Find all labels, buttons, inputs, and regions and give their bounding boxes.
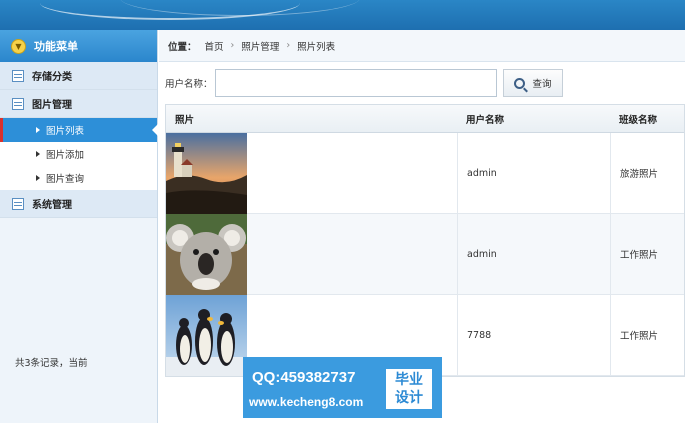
triangle-right-icon: [36, 175, 40, 181]
column-header-username: 用户名称: [466, 114, 505, 126]
sidebar-header-label: 功能菜单: [34, 40, 78, 53]
sidebar-item-label: 图片列表: [46, 126, 85, 137]
breadcrumb-current: 照片列表: [297, 41, 336, 53]
search-icon: [513, 77, 525, 89]
class-cell: 工作照片: [610, 214, 684, 294]
search-button-label: 查询: [532, 79, 552, 90]
watermark-site: www.kecheng8.com: [249, 395, 364, 409]
koala-photo[interactable]: [166, 213, 247, 295]
search-button[interactable]: 查询: [502, 69, 563, 97]
menu-toggle-icon[interactable]: ▼: [11, 38, 26, 54]
table-header: 照片 用户名称 班级名称: [166, 105, 684, 133]
triangle-right-icon: [36, 127, 40, 133]
top-banner: [0, 0, 685, 30]
column-header-photo: 照片: [175, 114, 195, 126]
class-cell: 工作照片: [610, 295, 684, 375]
sidebar-group-label: 系统管理: [32, 200, 72, 211]
username-search-input[interactable]: [214, 69, 497, 97]
sidebar-group-label: 图片管理: [32, 100, 72, 111]
watermark-tag-line1: 毕业: [395, 372, 423, 388]
username-cell: admin: [457, 133, 610, 213]
photo-cell: [166, 213, 457, 295]
watermark-qq: QQ:459382737: [252, 369, 356, 386]
watermark-tag: 毕业 设计: [386, 369, 432, 409]
sidebar-group-system[interactable]: 系统管理: [0, 190, 157, 218]
breadcrumb-label: 位置：: [168, 41, 197, 53]
sidebar-item-label: 图片查询: [46, 174, 85, 185]
username-cell: admin: [457, 214, 610, 294]
sidebar-item-image-query[interactable]: 图片查询: [0, 166, 157, 190]
pagination-info: 共3条记录，当前: [15, 358, 88, 369]
column-header-class: 班级名称: [619, 114, 658, 126]
sidebar-item-image-add[interactable]: 图片添加: [0, 142, 157, 166]
triangle-right-icon: [36, 151, 40, 157]
class-cell: 旅游照片: [610, 133, 684, 213]
photo-table: 照片 用户名称 班级名称 admin 旅游照片 admin 工作照片 7788 …: [165, 104, 685, 377]
chevron-right-icon: ›: [286, 40, 291, 51]
calendar-icon: [12, 197, 24, 210]
lighthouse-photo[interactable]: [166, 132, 247, 214]
photo-cell: [166, 132, 457, 214]
sidebar-group-storage[interactable]: 存储分类: [0, 62, 157, 90]
sidebar-item-image-list[interactable]: 图片列表: [0, 118, 158, 142]
breadcrumb-section[interactable]: 照片管理: [241, 39, 279, 53]
watermark-tag-line2: 设计: [395, 390, 423, 406]
penguins-photo[interactable]: [166, 294, 247, 376]
search-bar: 用户名称： 查询: [165, 68, 563, 98]
breadcrumb-home[interactable]: 首页: [205, 39, 224, 53]
calendar-icon: [12, 97, 24, 110]
table-row[interactable]: admin 工作照片: [166, 213, 684, 295]
breadcrumb: 位置： 首页 › 照片管理 › 照片列表: [159, 30, 685, 62]
sidebar-group-label: 存储分类: [32, 72, 72, 83]
sidebar-item-label: 图片添加: [46, 150, 85, 161]
sidebar-group-images[interactable]: 图片管理: [0, 90, 157, 118]
sidebar-header: ▼ 功能菜单: [0, 30, 157, 62]
calendar-icon: [12, 69, 24, 82]
watermark-banner: QQ:459382737 www.kecheng8.com 毕业 设计: [243, 357, 442, 418]
chevron-right-icon: ›: [230, 40, 235, 51]
search-label: 用户名称：: [165, 79, 213, 90]
username-cell: 7788: [457, 295, 610, 375]
table-row[interactable]: admin 旅游照片: [166, 132, 684, 214]
